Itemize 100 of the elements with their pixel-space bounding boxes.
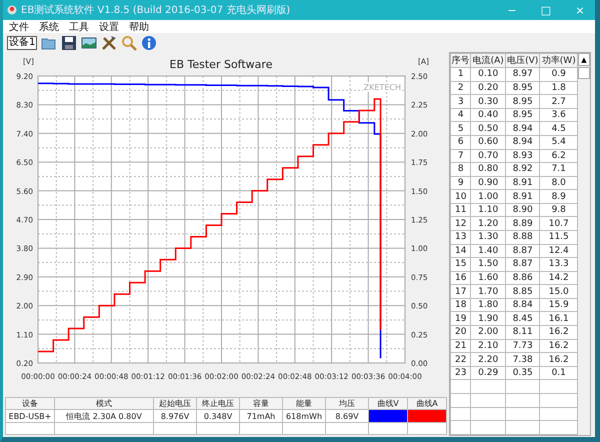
menu-item[interactable]: 设置 — [99, 20, 119, 34]
table-cell: 0.70 — [470, 149, 506, 163]
table-cell: 0.10 — [470, 68, 506, 82]
column-header: 起始电压 — [154, 398, 196, 410]
table-cell: 1.10 — [470, 203, 506, 217]
table-cell: 8.11 — [505, 326, 540, 340]
table-cell: 0.60 — [470, 135, 506, 150]
table-cell: 618mWh — [282, 410, 326, 422]
table-cell: 8.91 — [505, 176, 540, 190]
table-cell: 8.87 — [505, 244, 540, 258]
table-cell: 8 — [450, 162, 471, 176]
table-cell: 0.40 — [470, 108, 506, 122]
table-cell: 0.29 — [470, 366, 506, 380]
table-cell: 12 — [450, 216, 471, 231]
brand-label: ZKETECH — [364, 83, 401, 92]
menu-item[interactable]: 工具 — [69, 20, 89, 34]
menu-item[interactable]: 帮助 — [129, 20, 149, 34]
table-cell: 1.80 — [470, 298, 506, 312]
table-cell: 8.91 — [505, 190, 540, 204]
table-cell: 1.40 — [470, 244, 506, 258]
table-cell: 1.50 — [470, 258, 506, 272]
scroll-thumb[interactable] — [578, 67, 590, 79]
table-cell: 8.85 — [505, 284, 540, 298]
image-icon[interactable] — [81, 34, 98, 50]
column-header: 功率(W) — [540, 54, 578, 68]
table-cell: 20 — [450, 326, 471, 340]
table-cell: 0.80 — [470, 162, 506, 176]
table-cell: 15 — [450, 258, 471, 272]
table-cell: 4 — [450, 108, 471, 122]
app-icon — [7, 5, 17, 15]
table-cell: 1.70 — [470, 284, 506, 298]
table-cell: 8.87 — [505, 258, 540, 272]
column-header: 电流(A) — [470, 54, 506, 68]
table-cell: 8.97 — [505, 68, 540, 82]
table-cell: 10 — [450, 190, 471, 204]
column-header: 终止电压 — [196, 398, 240, 410]
column-header: 序号 — [450, 54, 471, 68]
table-cell: EBD-USB+ — [6, 410, 54, 422]
save-icon[interactable] — [61, 34, 78, 50]
table-cell: 8.84 — [505, 298, 540, 312]
table-cell: 8.95 — [505, 94, 540, 108]
table-cell: 13 — [450, 230, 471, 244]
table-cell: 1.00 — [470, 190, 506, 204]
info-icon[interactable] — [141, 34, 158, 50]
search-icon[interactable] — [121, 34, 138, 50]
table-cell: 71mAh — [240, 410, 282, 422]
table-cell: 16 — [450, 271, 471, 285]
table-cell: 7.73 — [505, 339, 540, 353]
table-cell: 7 — [450, 149, 471, 163]
column-header: 能量 — [282, 398, 326, 410]
table-cell: 5 — [450, 122, 471, 136]
table-cell: 8.92 — [505, 162, 540, 176]
table-cell: 0.50 — [470, 122, 506, 136]
table-cell: 7.38 — [505, 352, 540, 366]
column-header: 电压(V) — [505, 54, 540, 68]
column-header: 曲线A — [408, 398, 446, 410]
table-cell: 14 — [450, 244, 471, 258]
table-cell: 17 — [450, 284, 471, 298]
table-cell: 0.20 — [470, 81, 506, 95]
table-cell: 0.90 — [470, 176, 506, 190]
table-cell: 1.30 — [470, 230, 506, 244]
table-cell: 1.60 — [470, 271, 506, 285]
table-cell: 21 — [450, 339, 471, 353]
column-header: 曲线V — [368, 398, 408, 410]
table-cell: 1 — [450, 68, 471, 82]
table-cell: 18 — [450, 298, 471, 312]
table-cell: 6 — [450, 135, 471, 150]
table-cell: 19 — [450, 312, 471, 326]
table-cell: 8.94 — [505, 135, 540, 150]
table-cell: 1.90 — [470, 312, 506, 326]
table-cell: 23 — [450, 366, 471, 380]
tools-icon[interactable] — [101, 34, 118, 50]
column-header: 模式 — [54, 398, 154, 410]
table-cell: 2.00 — [470, 326, 506, 340]
table-cell: 8.95 — [505, 81, 540, 95]
table-cell: 1.20 — [470, 216, 506, 231]
table-cell: 0.30 — [470, 94, 506, 108]
table-cell: 0.35 — [505, 366, 540, 380]
menu-item[interactable]: 文件 — [9, 20, 29, 34]
table-cell: 8.95 — [505, 108, 540, 122]
table-cell: 8.93 — [505, 149, 540, 163]
table-cell: 8.86 — [505, 271, 540, 285]
device-tab[interactable]: 设备1 — [7, 36, 38, 50]
table-cell: 8.45 — [505, 312, 540, 326]
table-cell: 8.94 — [505, 122, 540, 136]
table-cell: 2.10 — [470, 339, 506, 353]
column-header: 容量 — [240, 398, 282, 410]
table-cell: 2 — [450, 81, 471, 95]
window-title: EB测试系统软件 V1.8.5 (Build 2016-03-07 充电头网刷版) — [21, 4, 290, 17]
table-cell: 8.976V — [154, 410, 196, 422]
menu-item[interactable]: 系统 — [39, 20, 59, 34]
table-cell: 8.89 — [505, 216, 540, 231]
table-cell: 8.90 — [505, 203, 540, 217]
table-cell: 8.88 — [505, 230, 540, 244]
table-cell: 9 — [450, 176, 471, 190]
table-cell: 8.69V — [326, 410, 368, 422]
table-cell: 2.20 — [470, 352, 506, 366]
table-cell: 3 — [450, 94, 471, 108]
column-header: 均压 — [326, 398, 368, 410]
table-cell: 0.348V — [196, 410, 240, 422]
